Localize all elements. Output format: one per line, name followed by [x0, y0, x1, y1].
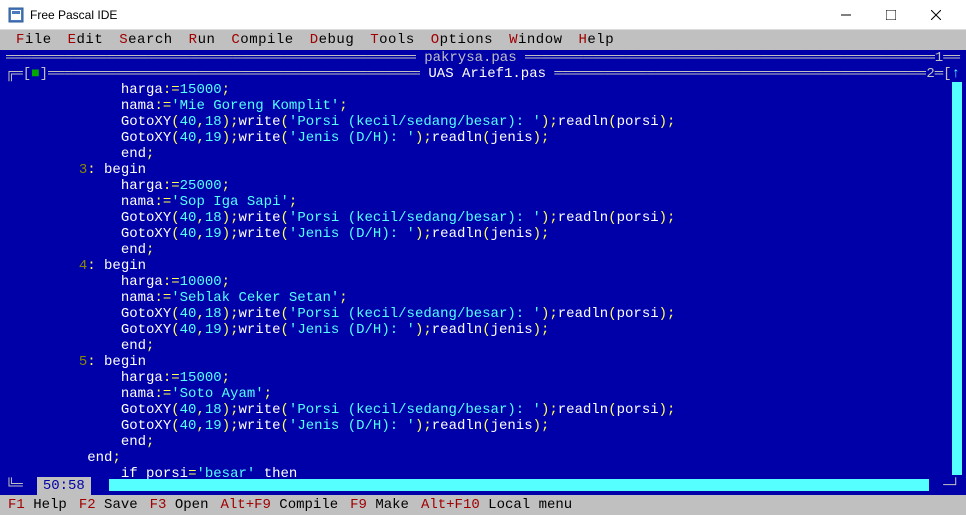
horizontal-scrollbar[interactable]	[95, 479, 929, 491]
app-icon	[8, 7, 24, 23]
help-bar: F1 HelpF2 SaveF3 OpenAlt+F9 CompileF9 Ma…	[0, 495, 966, 515]
code-line[interactable]: end;	[20, 242, 946, 258]
border-corner: ═[	[935, 66, 952, 82]
code-line[interactable]: end;	[20, 146, 946, 162]
code-line[interactable]: harga:=15000;	[20, 370, 946, 386]
border-corner: ╚═	[6, 478, 23, 494]
code-line[interactable]: end;	[20, 434, 946, 450]
border-line: ════════════════════════════════════════…	[554, 66, 926, 82]
code-line[interactable]: 3: begin	[20, 162, 946, 178]
menu-compile[interactable]: Compile	[223, 32, 301, 48]
close-box-icon[interactable]: ╔═[	[6, 66, 31, 82]
menu-window[interactable]: Window	[501, 32, 570, 48]
help-item-make[interactable]: F9 Make	[344, 497, 415, 513]
help-item-help[interactable]: F1 Help	[2, 497, 73, 513]
border-line: ══	[943, 50, 960, 66]
border-corner: ─┘	[943, 478, 960, 494]
editor-statusbar: ╚═ 50:58 ─┘	[0, 477, 966, 495]
tab-active-border: ╔═[■] ══════════════════════════════════…	[0, 66, 966, 82]
border-line: ════════════════════════════════════════…	[525, 50, 935, 66]
code-line[interactable]: GotoXY(40,19);write('Jenis (D/H): ');rea…	[20, 130, 946, 146]
code-line[interactable]: GotoXY(40,18);write('Porsi (kecil/sedang…	[20, 114, 946, 130]
code-line[interactable]: GotoXY(40,19);write('Jenis (D/H): ');rea…	[20, 418, 946, 434]
code-line[interactable]: end;	[20, 450, 946, 466]
help-item-compile[interactable]: Alt+F9 Compile	[214, 497, 344, 513]
menu-debug[interactable]: Debug	[302, 32, 363, 48]
code-line[interactable]: nama:='Soto Ayam';	[20, 386, 946, 402]
menu-search[interactable]: Search	[111, 32, 180, 48]
window-title: Free Pascal IDE	[30, 8, 823, 22]
tab-active-index: 2	[926, 66, 934, 82]
border-line: ════════════════════════════════════════…	[48, 66, 420, 82]
code-line[interactable]: 4: begin	[20, 258, 946, 274]
code-line[interactable]: harga:=10000;	[20, 274, 946, 290]
code-line[interactable]: nama:='Sop Iga Sapi';	[20, 194, 946, 210]
menu-help[interactable]: Help	[571, 32, 623, 48]
close-glyph-icon[interactable]: ■	[31, 66, 39, 82]
help-item-local-menu[interactable]: Alt+F10 Local menu	[415, 497, 578, 513]
code-line[interactable]: GotoXY(40,18);write('Porsi (kecil/sedang…	[20, 306, 946, 322]
window-titlebar: Free Pascal IDE	[0, 0, 966, 30]
tab-back-label[interactable]: pakrysa.pas	[416, 50, 525, 66]
help-item-save[interactable]: F2 Save	[73, 497, 144, 513]
code-line[interactable]: nama:='Mie Goreng Komplit';	[20, 98, 946, 114]
cursor-position: 50:58	[37, 477, 91, 495]
close-button[interactable]	[913, 0, 958, 30]
tab-back-index: 1	[935, 50, 943, 66]
code-line[interactable]: harga:=15000;	[20, 82, 946, 98]
code-line[interactable]: 5: begin	[20, 354, 946, 370]
window-controls	[823, 0, 958, 30]
minimize-button[interactable]	[823, 0, 868, 30]
border-line: ════════════════════════════════════════…	[6, 50, 416, 66]
menu-tools[interactable]: Tools	[362, 32, 423, 48]
menu-run[interactable]: Run	[181, 32, 224, 48]
code-editor[interactable]: harga:=15000; nama:='Mie Goreng Komplit'…	[0, 82, 966, 482]
code-line[interactable]: harga:=25000;	[20, 178, 946, 194]
menubar: File Edit Search Run Compile Debug Tools…	[0, 30, 966, 50]
code-line[interactable]: GotoXY(40,19);write('Jenis (D/H): ');rea…	[20, 226, 946, 242]
code-line[interactable]: GotoXY(40,18);write('Porsi (kecil/sedang…	[20, 210, 946, 226]
menu-edit[interactable]: Edit	[60, 32, 112, 48]
tab-active-label[interactable]: UAS Arief1.pas	[420, 66, 554, 82]
help-item-open[interactable]: F3 Open	[144, 497, 215, 513]
menu-options[interactable]: Options	[423, 32, 501, 48]
code-line[interactable]: GotoXY(40,18);write('Porsi (kecil/sedang…	[20, 402, 946, 418]
code-line[interactable]: nama:='Seblak Ceker Setan';	[20, 290, 946, 306]
code-line[interactable]: GotoXY(40,19);write('Jenis (D/H): ');rea…	[20, 322, 946, 338]
scroll-up-icon[interactable]: ↑	[952, 66, 960, 82]
editor-area: ════════════════════════════════════════…	[0, 50, 966, 495]
tab-back-border: ════════════════════════════════════════…	[0, 50, 966, 66]
menu-file[interactable]: File	[8, 32, 60, 48]
vertical-scrollbar[interactable]	[952, 82, 962, 475]
code-line[interactable]: end;	[20, 338, 946, 354]
maximize-button[interactable]	[868, 0, 913, 30]
